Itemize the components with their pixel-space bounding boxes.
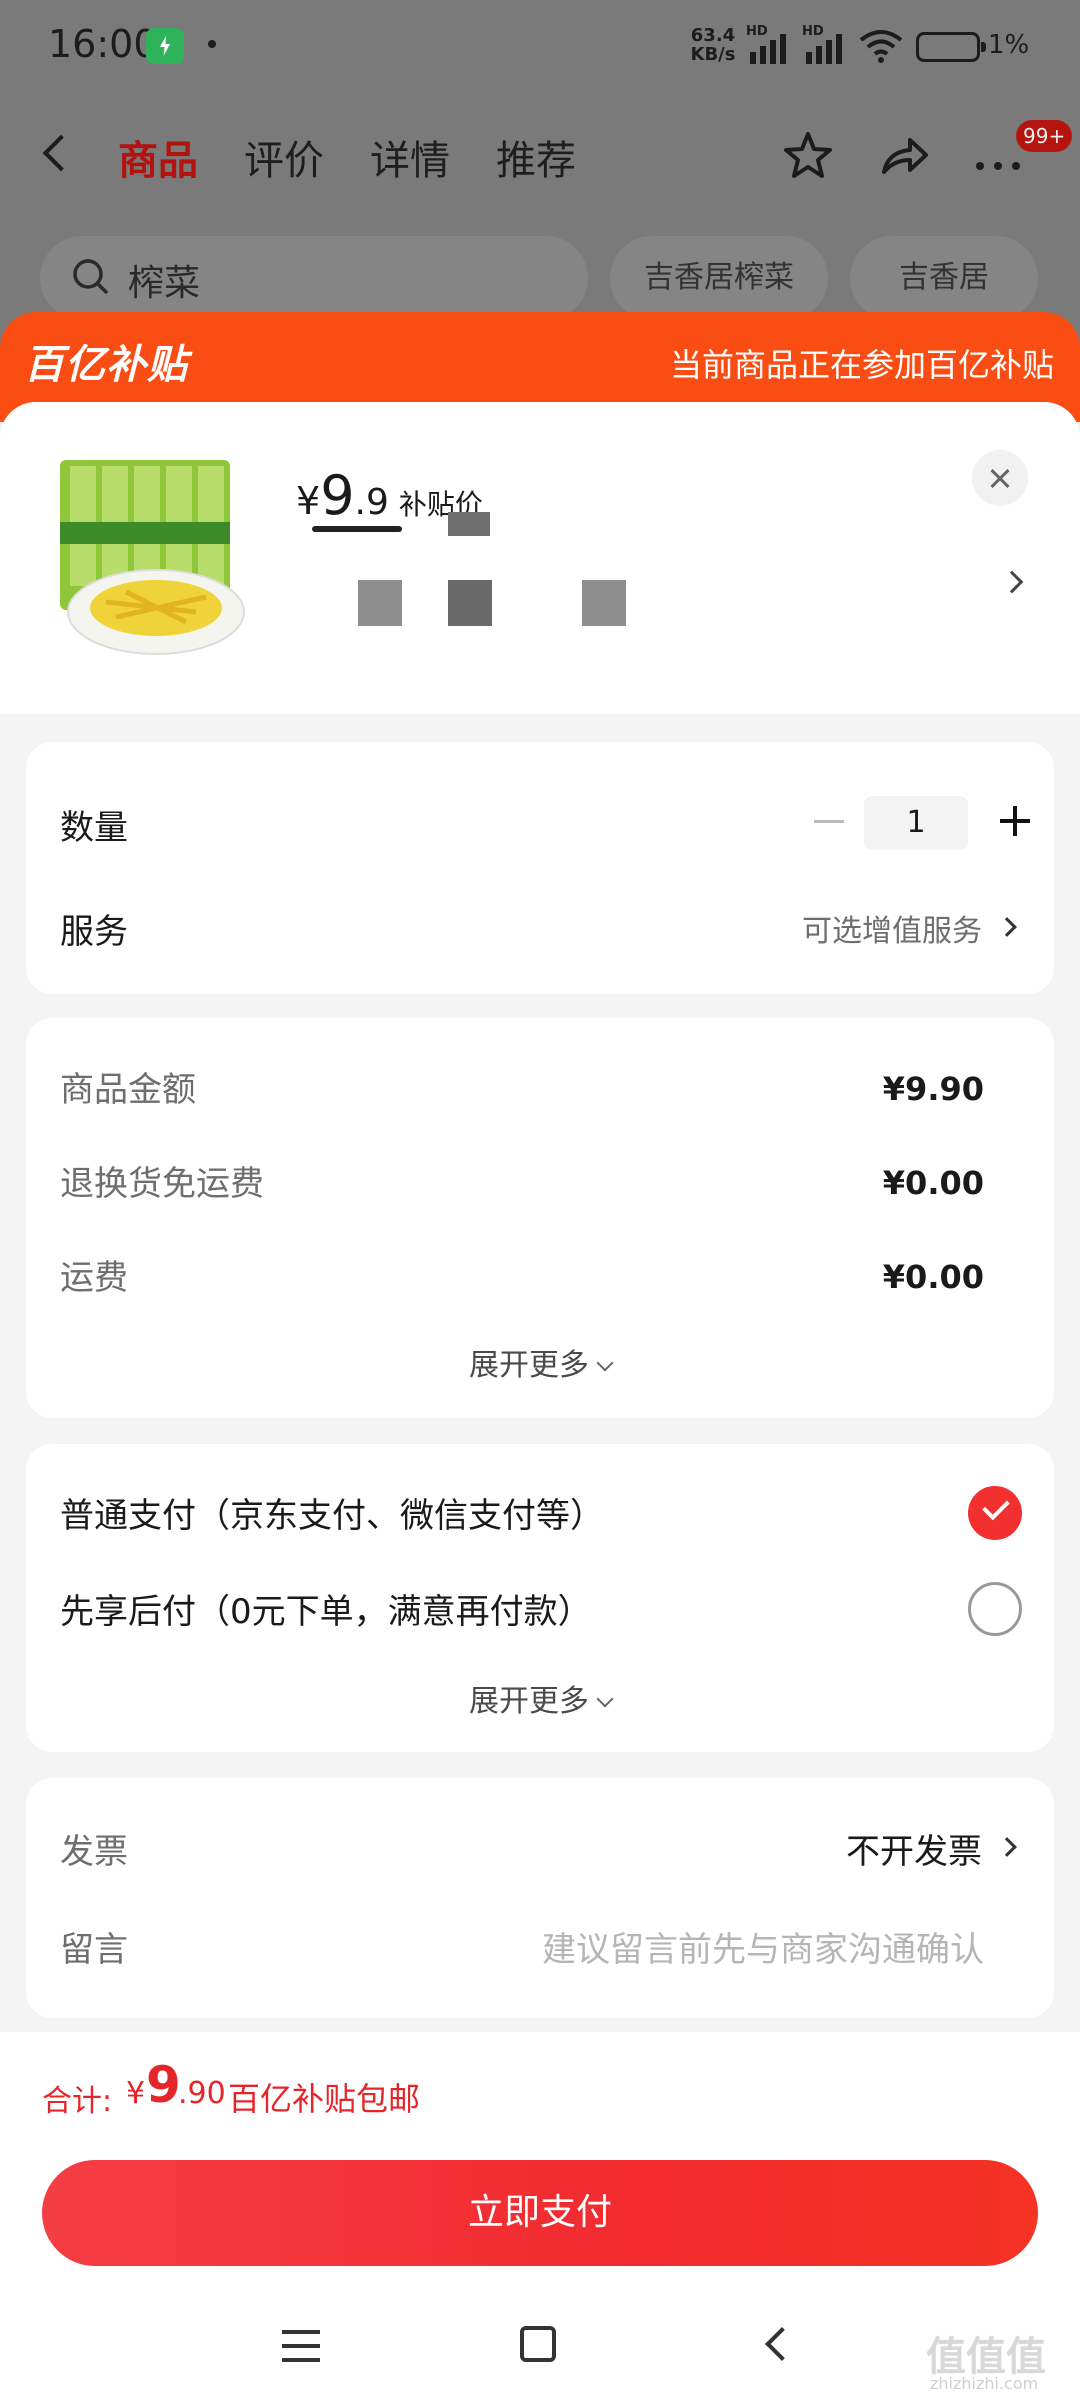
battery-icon <box>916 32 986 62</box>
subsidy-logo: 百亿补贴 <box>24 342 188 388</box>
share-icon[interactable] <box>876 128 932 184</box>
back-icon[interactable] <box>42 134 80 172</box>
back-icon[interactable] <box>765 2327 799 2361</box>
quantity-label: 数量 <box>60 808 128 848</box>
mosaic-block <box>448 512 490 536</box>
wifi-icon <box>859 30 903 63</box>
payment-expand-more[interactable]: 展开更多 <box>26 1676 1054 1720</box>
network-speed-unit: KB/s <box>690 44 736 65</box>
chevron-down-icon <box>596 1690 614 1708</box>
expand-more-label: 展开更多 <box>469 1684 589 1719</box>
signal-icon <box>746 30 794 64</box>
total-label: 合计: <box>42 2084 113 2119</box>
status-time: 16:00 <box>48 22 158 66</box>
amount-card: 商品金额 ¥9.90 退换货免运费 ¥0.00 运费 ¥0.00 展开更多 <box>26 1018 1054 1418</box>
tab-details[interactable]: 详情 <box>370 128 450 186</box>
service-label: 服务 <box>60 912 128 952</box>
payment-option-pay-later-radio[interactable] <box>968 1582 1022 1636</box>
search-input[interactable]: 榨菜 <box>40 236 588 320</box>
status-bar: 16:00 63.4 KB/s HD HD 1% <box>0 0 1080 96</box>
mosaic-block <box>358 580 402 626</box>
invoice-label: 发票 <box>60 1832 128 1872</box>
tab-product[interactable]: 商品 <box>118 128 198 186</box>
amount-label-return-shipping: 退换货免运费 <box>60 1164 264 1204</box>
amount-value-goods: ¥9.90 <box>882 1070 984 1108</box>
search-query: 榨菜 <box>128 263 201 304</box>
tab-reviews[interactable]: 评价 <box>244 128 324 186</box>
amount-label-shipping: 运费 <box>60 1258 128 1298</box>
pay-now-button[interactable]: 立即支付 <box>42 2160 1038 2266</box>
search-chip-1[interactable]: 吉香居榨菜 <box>610 236 828 320</box>
product-thumbnail <box>60 460 245 655</box>
chevron-down-icon <box>596 1354 614 1372</box>
payment-card: 普通支付（京东支付、微信支付等） 先享后付（0元下单，满意再付款） 展开更多 <box>26 1444 1054 1752</box>
search-icon <box>73 259 109 295</box>
product-summary[interactable]: ¥9.9 补贴价 <box>0 402 1080 714</box>
shield-icon <box>146 28 184 64</box>
amount-label-goods: 商品金额 <box>60 1070 196 1110</box>
quantity-service-card: 数量 1 服务 可选增值服务 <box>26 742 1054 994</box>
quantity-input[interactable]: 1 <box>864 796 968 850</box>
amount-value-return-shipping: ¥0.00 <box>882 1164 984 1202</box>
system-nav-bar: 值值值 zhizhizhi.com <box>0 2298 1080 2393</box>
quantity-decrease-button[interactable] <box>814 820 844 823</box>
pay-area: 立即支付 值值值 zhizhizhi.com <box>0 2148 1080 2400</box>
total-bar: 合计: ¥ 9 .90 百亿补贴包邮 <box>0 2032 1080 2148</box>
free-shipping-note: 百亿补贴包邮 <box>228 2080 421 2118</box>
search-row: 榨菜 吉香居榨菜 吉香居 <box>0 236 1080 320</box>
chevron-right-icon[interactable] <box>997 917 1017 937</box>
expand-more-label: 展开更多 <box>469 1348 589 1383</box>
service-value[interactable]: 可选增值服务 <box>802 906 982 950</box>
close-button[interactable] <box>972 450 1028 506</box>
message-badge: 99+ <box>1016 120 1073 152</box>
message-input[interactable]: 建议留言前先与商家沟通确认 <box>542 1922 984 1971</box>
notification-dot-icon <box>208 40 216 48</box>
menu-icon[interactable] <box>282 2330 320 2362</box>
payment-option-normal[interactable]: 普通支付（京东支付、微信支付等） <box>60 1488 604 1537</box>
amount-expand-more[interactable]: 展开更多 <box>26 1340 1054 1384</box>
subsidy-banner-text: 当前商品正在参加百亿补贴 <box>669 346 1054 384</box>
home-icon[interactable] <box>520 2326 556 2362</box>
battery-percent: 1% <box>988 30 1030 60</box>
background-page: 16:00 63.4 KB/s HD HD 1% 商品 评价 详情 推荐 99+… <box>0 0 1080 360</box>
mosaic-block <box>448 580 492 626</box>
signal-icon-2 <box>802 30 850 64</box>
total-integer: 9 <box>146 2056 181 2114</box>
top-nav: 商品 评价 详情 推荐 99+ <box>0 110 1080 200</box>
tab-recommend[interactable]: 推荐 <box>496 128 576 186</box>
network-speed: 63.4 KB/s <box>688 26 738 64</box>
network-speed-value: 63.4 <box>690 25 736 46</box>
chevron-right-icon[interactable] <box>1000 570 1024 594</box>
price-decimal: .9 <box>354 482 389 523</box>
invoice-value[interactable]: 不开发票 <box>846 1824 982 1873</box>
message-label: 留言 <box>60 1930 128 1970</box>
total-decimal: .90 <box>178 2076 226 2111</box>
watermark-url: zhizhizhi.com <box>930 2374 1039 2393</box>
amount-value-shipping: ¥0.00 <box>882 1258 984 1296</box>
chevron-right-icon[interactable] <box>997 1837 1017 1857</box>
star-icon[interactable] <box>780 128 836 184</box>
price-underline-decoration <box>312 526 402 532</box>
search-chip-2[interactable]: 吉香居 <box>850 236 1038 320</box>
price-currency: ¥ <box>296 479 321 523</box>
quantity-increase-button[interactable] <box>1000 806 1030 836</box>
mosaic-block <box>582 580 626 626</box>
total-currency: ¥ <box>126 2076 146 2111</box>
price-integer: 9 <box>320 464 355 527</box>
payment-option-pay-later[interactable]: 先享后付（0元下单，满意再付款） <box>60 1584 592 1633</box>
payment-option-normal-checked-icon[interactable] <box>968 1486 1022 1540</box>
invoice-message-card: 发票 不开发票 留言 建议留言前先与商家沟通确认 <box>26 1778 1054 2018</box>
